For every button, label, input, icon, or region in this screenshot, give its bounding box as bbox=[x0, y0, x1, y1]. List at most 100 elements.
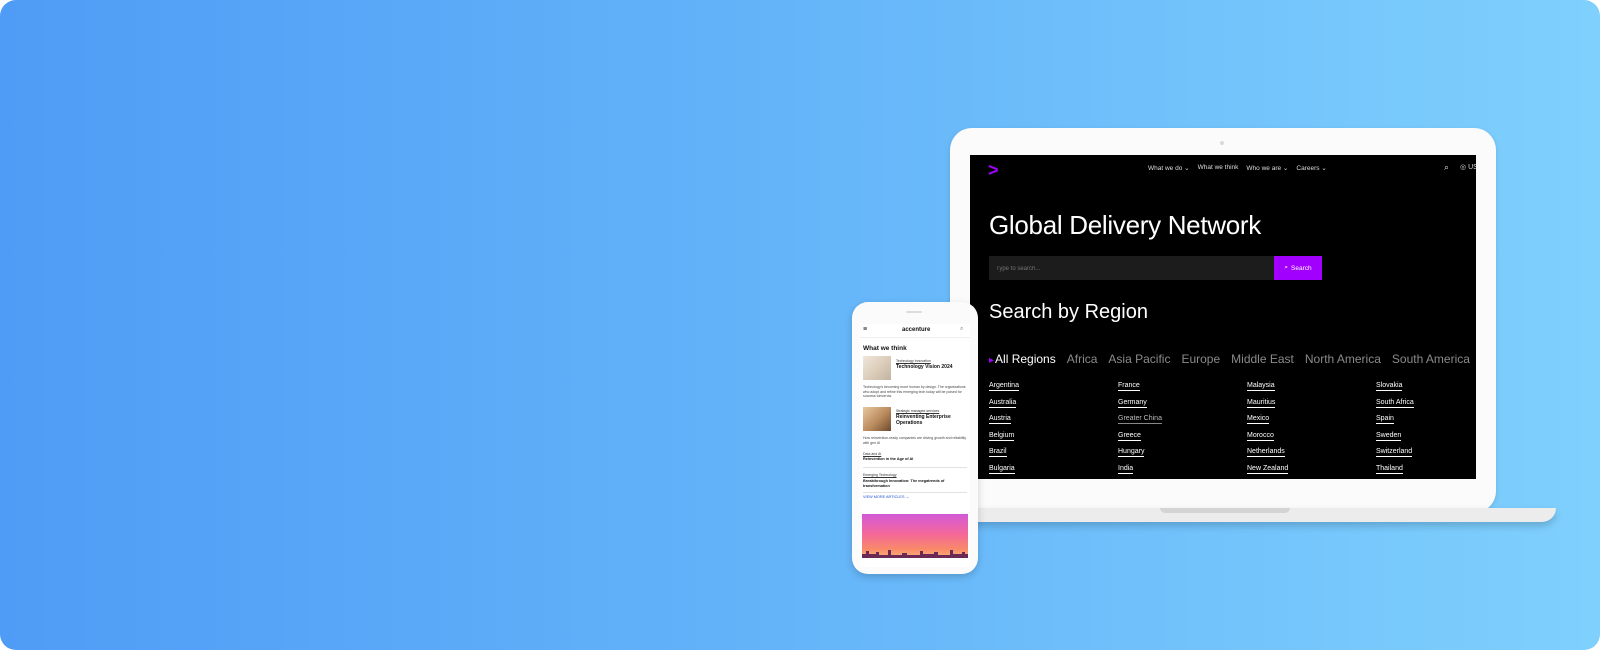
country-grid: Argentina France Malaysia Slovakia Australia… bbox=[989, 382, 1476, 477]
country-link[interactable]: Morocco bbox=[1247, 431, 1376, 445]
article-tag[interactable]: Strategic managed services bbox=[896, 409, 939, 413]
search-input[interactable] bbox=[989, 256, 1268, 282]
country-label: Bulgaria bbox=[989, 464, 1015, 474]
tab-europe[interactable]: Europe bbox=[1181, 352, 1220, 366]
nav-link-who-we-are[interactable]: Who we are ⌄ bbox=[1246, 164, 1288, 172]
country-link[interactable]: Switzerland bbox=[1376, 448, 1476, 461]
country-label: Austria bbox=[989, 415, 1011, 424]
country-label: Switzerland bbox=[1376, 448, 1413, 457]
country-link[interactable]: Austria bbox=[989, 415, 1118, 428]
country-label: Australia bbox=[989, 398, 1017, 408]
country-link[interactable]: Greater China bbox=[1118, 415, 1247, 428]
country-label: Mauritius bbox=[1247, 398, 1276, 408]
country-label: Sweden bbox=[1376, 431, 1402, 441]
search-icon[interactable]: ⌕ bbox=[1444, 162, 1449, 173]
country-link[interactable]: France bbox=[1118, 382, 1247, 395]
country-label: Hungary bbox=[1118, 448, 1145, 457]
hamburger-menu-icon[interactable]: ≡ bbox=[863, 326, 867, 333]
laptop-screen: > What we do ⌄ What we think Who we are … bbox=[970, 155, 1476, 479]
article-description: Technology's becoming more human by desi… bbox=[863, 385, 966, 398]
country-link[interactable]: Malaysia bbox=[1247, 382, 1376, 395]
locale-selector[interactable]: ◎ US bbox=[1460, 163, 1476, 171]
country-label: Germany bbox=[1118, 398, 1147, 408]
article-tag[interactable]: Emerging Technology bbox=[863, 473, 897, 477]
country-link[interactable]: Greece bbox=[1118, 431, 1247, 445]
region-tabs: ▸All Regions Africa Asia Pacific Europe … bbox=[989, 352, 1470, 366]
country-link[interactable]: Germany bbox=[1118, 398, 1247, 412]
nav-links: What we do ⌄ What we think Who we are ⌄ … bbox=[1148, 164, 1327, 172]
hero-banner: > What we do ⌄ What we think Who we are … bbox=[0, 0, 1600, 650]
skyline-shape bbox=[862, 550, 968, 558]
country-label: Netherlands bbox=[1247, 448, 1285, 457]
country-link[interactable]: Sweden bbox=[1376, 431, 1476, 445]
globe-icon: ◎ bbox=[1460, 164, 1467, 171]
search-button[interactable]: ⌕ Search bbox=[1274, 256, 1322, 280]
country-link[interactable]: Mexico bbox=[1247, 415, 1376, 428]
nav-link-what-we-think[interactable]: What we think bbox=[1198, 164, 1239, 172]
active-tab-marker-icon: ▸ bbox=[989, 355, 995, 366]
country-link[interactable]: South Africa bbox=[1376, 398, 1476, 412]
search-icon[interactable]: ⌕ bbox=[960, 326, 963, 333]
article-title[interactable]: Breakthrough Innovation: The megatrends … bbox=[863, 479, 959, 488]
country-label: Slovakia bbox=[1376, 382, 1403, 391]
country-link[interactable]: Argentina bbox=[989, 382, 1118, 395]
article-tag[interactable]: Data and AI bbox=[863, 452, 881, 456]
search-icon: ⌕ bbox=[1284, 264, 1289, 271]
laptop-camera bbox=[1220, 141, 1224, 145]
country-link[interactable]: Slovakia bbox=[1376, 382, 1476, 395]
article-title[interactable]: Technology Vision 2024 bbox=[896, 364, 968, 371]
region-heading: Search by Region bbox=[989, 301, 1148, 323]
country-link[interactable]: Thailand bbox=[1376, 464, 1476, 478]
country-label: Malaysia bbox=[1247, 382, 1275, 391]
tab-south-america[interactable]: South America bbox=[1392, 352, 1470, 366]
locale-label: US bbox=[1468, 164, 1476, 171]
article-title[interactable]: Reinventing Enterprise Operations bbox=[896, 414, 964, 426]
tab-asia-pacific[interactable]: Asia Pacific bbox=[1108, 352, 1170, 366]
country-label: France bbox=[1118, 382, 1140, 391]
page-title: Global Delivery Network bbox=[989, 210, 1261, 240]
article-thumbnail[interactable] bbox=[863, 407, 891, 431]
country-label: Thailand bbox=[1376, 464, 1403, 474]
country-link[interactable]: Hungary bbox=[1118, 448, 1247, 461]
tab-africa[interactable]: Africa bbox=[1067, 352, 1098, 366]
country-link[interactable]: Netherlands bbox=[1247, 448, 1376, 461]
country-label: Morocco bbox=[1247, 431, 1274, 441]
country-link[interactable]: Belgium bbox=[989, 431, 1118, 445]
city-sunset-image bbox=[862, 514, 968, 558]
accenture-logo-icon[interactable]: > bbox=[988, 161, 999, 179]
country-link[interactable]: India bbox=[1118, 464, 1247, 478]
country-link[interactable]: Brazil bbox=[989, 448, 1118, 461]
phone-speaker bbox=[906, 311, 922, 313]
country-link[interactable]: Bulgaria bbox=[989, 464, 1118, 478]
site-nav: > What we do ⌄ What we think Who we are … bbox=[970, 155, 1476, 183]
country-link[interactable]: Mauritius bbox=[1247, 398, 1376, 412]
country-label: Spain bbox=[1376, 415, 1394, 424]
laptop-base bbox=[955, 508, 1556, 522]
tab-all-regions[interactable]: ▸All Regions bbox=[989, 352, 1056, 366]
country-label: India bbox=[1118, 464, 1134, 474]
divider bbox=[863, 492, 967, 493]
article-title[interactable]: Reinvention in the Age of AI bbox=[863, 457, 967, 462]
tab-middle-east[interactable]: Middle East bbox=[1231, 352, 1294, 366]
accenture-logo[interactable]: accenture bbox=[902, 327, 930, 333]
article-description: How reinvention-ready companies are driv… bbox=[863, 436, 967, 445]
nav-link-careers[interactable]: Careers ⌄ bbox=[1296, 164, 1326, 172]
nav-link-what-we-do[interactable]: What we do ⌄ bbox=[1148, 164, 1190, 172]
country-link[interactable]: New Zealand bbox=[1247, 464, 1376, 478]
laptop-lid: > What we do ⌄ What we think Who we are … bbox=[950, 128, 1496, 513]
phone-header: ≡ accenture ⌕ bbox=[860, 324, 970, 338]
article-thumbnail[interactable] bbox=[863, 356, 891, 380]
country-label: Brazil bbox=[989, 448, 1007, 457]
section-heading: What we think bbox=[863, 345, 907, 352]
country-link[interactable]: Australia bbox=[989, 398, 1118, 412]
view-more-articles-link[interactable]: VIEW MORE ARTICLES → bbox=[863, 495, 909, 499]
search-button-label: Search bbox=[1291, 264, 1312, 272]
phone-device: ≡ accenture ⌕ What we think Technology I… bbox=[852, 302, 978, 574]
country-label: Argentina bbox=[989, 382, 1019, 391]
chevron-down-icon: ⌄ bbox=[1321, 165, 1327, 172]
article-tag[interactable]: Technology Innovation bbox=[896, 359, 931, 363]
country-link[interactable]: Spain bbox=[1376, 415, 1476, 428]
country-label: Mexico bbox=[1247, 415, 1270, 424]
country-label: Greece bbox=[1118, 431, 1141, 441]
tab-north-america[interactable]: North America bbox=[1305, 352, 1381, 366]
